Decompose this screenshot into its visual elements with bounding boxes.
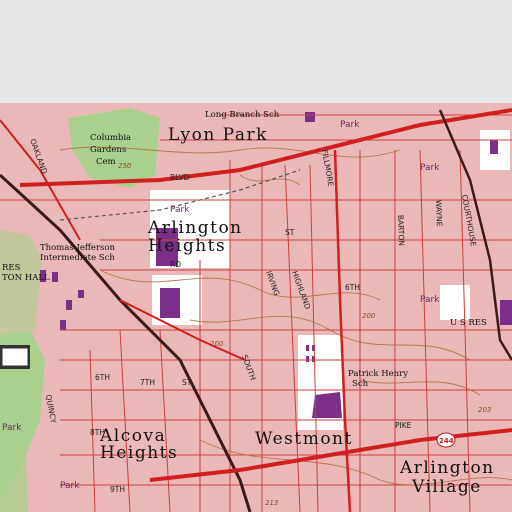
label-heights: Heights	[148, 236, 226, 256]
label-us-res: U S RES	[450, 318, 487, 328]
building-east	[500, 300, 512, 325]
elev-203: 203	[478, 406, 491, 414]
label-lyon-park: Lyon Park	[168, 125, 268, 145]
label-cem: Cem	[96, 157, 116, 167]
label-rd: RD	[170, 260, 181, 269]
label-park-2: Park	[340, 120, 360, 130]
label-park-5: Park	[2, 423, 22, 433]
elev-250: 250	[118, 162, 132, 170]
building-patrick-henry	[312, 392, 342, 418]
label-st-1: ST	[182, 378, 192, 387]
building-long-branch	[305, 112, 315, 122]
label-patrick-henry-sch: Sch	[352, 379, 369, 389]
label-6th-east: 6TH	[345, 283, 360, 292]
park-green-area-southwest	[0, 420, 28, 512]
route-244-shield: 244	[436, 432, 456, 448]
label-8th: 8TH	[90, 428, 105, 437]
label-st-2: ST	[285, 228, 295, 237]
label-arlington: Arlington	[147, 218, 243, 238]
label-wayne: WAYNE	[434, 200, 444, 227]
label-intermediate: Intermediate Sch	[40, 253, 115, 263]
building-northeast	[490, 140, 498, 154]
elev-200: 200	[210, 340, 224, 348]
label-thomas-jefferson: Thomas Jefferson	[40, 243, 116, 253]
label-patrick-henry: Patrick Henry	[348, 369, 408, 379]
label-westmont: Westmont	[255, 429, 353, 449]
label-blvd: BLVD	[170, 173, 190, 182]
label-7th: 7TH	[140, 378, 155, 387]
building-school-2	[160, 288, 180, 318]
label-pike: PIKE	[395, 421, 412, 430]
label-alcova-heights: Heights	[100, 443, 178, 463]
label-long-branch: Long Branch Sch	[205, 110, 280, 120]
label-gardens: Gardens	[90, 145, 126, 155]
label-village: Village	[411, 477, 482, 497]
topographic-map[interactable]: Long Branch Sch Lyon Park Columbia Garde…	[0, 0, 512, 512]
label-arlington-village: Arlington	[399, 458, 495, 478]
label-park-4: Park	[420, 295, 440, 305]
label-park-3: Park	[420, 163, 440, 173]
label-res2: TON HALL	[2, 273, 50, 283]
svg-text:244: 244	[439, 437, 454, 445]
label-6th: 6TH	[95, 373, 110, 382]
label-barton: BARTON	[396, 215, 406, 246]
elev-213: 213	[265, 499, 278, 507]
map-canvas[interactable]: Long Branch Sch Lyon Park Columbia Garde…	[0, 0, 512, 512]
elev-200-east: 200	[362, 312, 376, 320]
no-data-band	[0, 0, 512, 103]
label-park-6: Park	[60, 481, 80, 491]
label-9th: 9TH	[110, 485, 125, 494]
label-res: RES	[2, 263, 21, 273]
open-area-east	[440, 285, 470, 320]
label-park-1: Park	[170, 205, 190, 215]
label-columbia: Columbia	[90, 133, 131, 143]
